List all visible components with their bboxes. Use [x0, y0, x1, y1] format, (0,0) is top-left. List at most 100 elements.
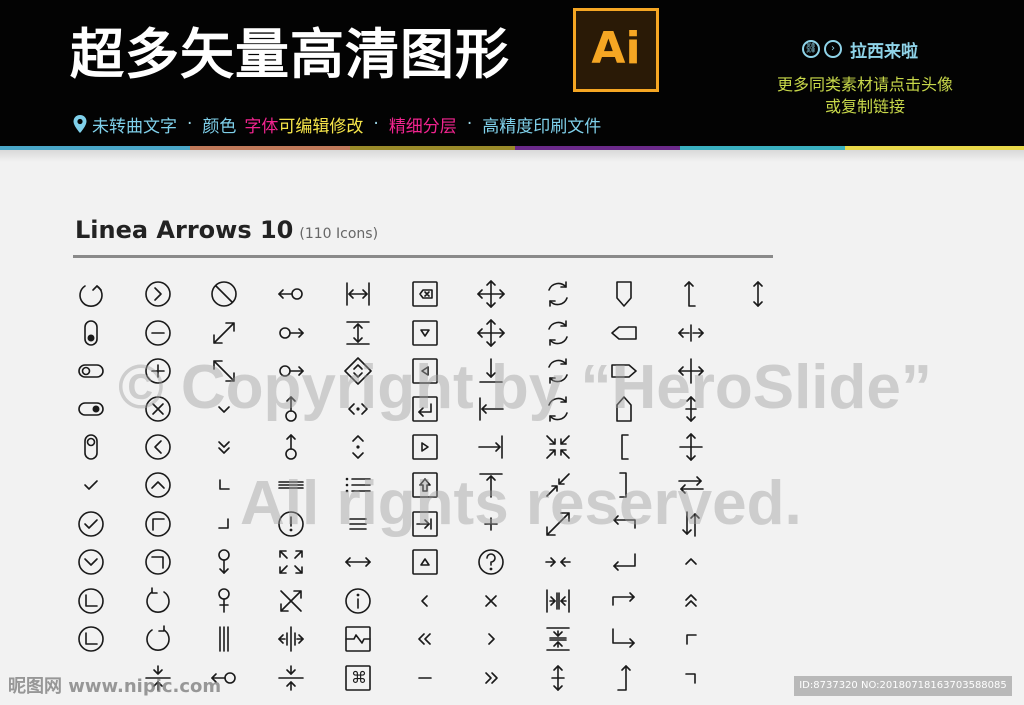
rotate-ccw-icon	[75, 278, 107, 310]
tag-right-icon	[608, 355, 640, 387]
arrow-down-line-icon	[475, 355, 507, 387]
line-circle-right-alt-icon	[275, 355, 307, 387]
corner-down-left-icon	[608, 469, 640, 501]
move-alt-icon	[475, 317, 507, 349]
up-down-arrow-icon	[742, 278, 774, 310]
chevron-right-icon	[475, 623, 507, 655]
corner-br-icon	[208, 508, 240, 540]
site-watermark: 昵图网 www.nipic.com	[8, 676, 222, 697]
inward-arrows-icon	[542, 546, 574, 578]
corner-alt-circle-icon	[75, 623, 107, 655]
arrow-turn-left-icon	[608, 508, 640, 540]
arrow-up-down-small-icon	[542, 662, 574, 694]
corner-tr-icon	[675, 662, 707, 694]
plus-arrows-icon	[675, 355, 707, 387]
split-horizontal-icon	[275, 623, 307, 655]
width-icon	[342, 278, 374, 310]
refresh-alt-icon	[542, 317, 574, 349]
height-icon	[342, 317, 374, 349]
line-circle-left-icon	[275, 278, 307, 310]
diagonal-expand-icon	[208, 317, 240, 349]
arrow-left-line-icon	[475, 393, 507, 425]
chevron-up-circle-icon	[142, 469, 174, 501]
diagonal-out-icon	[542, 508, 574, 540]
triangle-right-square-icon	[409, 431, 441, 463]
chevron-down-icon	[208, 393, 240, 425]
height-in-icon	[542, 623, 574, 655]
triangle-left-square-icon	[409, 355, 441, 387]
tag-up-icon	[608, 393, 640, 425]
triangle-down-square-icon	[409, 317, 441, 349]
chevron-up-icon	[675, 546, 707, 578]
chevron-left-icon	[409, 585, 441, 617]
arrow-up-curve-icon	[608, 662, 640, 694]
arrow-up-line-icon	[475, 469, 507, 501]
chevron-down-circle-icon	[75, 546, 107, 578]
collapse-square-icon	[342, 623, 374, 655]
arrow-up-square-icon	[409, 469, 441, 501]
width-in-icon	[542, 585, 574, 617]
cross-arrows-icon	[275, 585, 307, 617]
x-icon	[475, 585, 507, 617]
expand-corners-icon	[275, 546, 307, 578]
vertical-lines-icon	[208, 623, 240, 655]
arrow-down-right-icon	[608, 623, 640, 655]
arrow-right-line-icon	[475, 431, 507, 463]
double-chevron-right-icon	[475, 662, 507, 694]
pin-down-alt-icon	[208, 585, 240, 617]
backspace-square-icon	[409, 278, 441, 310]
info-circle-icon	[342, 585, 374, 617]
tag-down-icon	[608, 278, 640, 310]
plus-circle-icon	[142, 355, 174, 387]
double-arrow-horizontal-icon	[342, 546, 374, 578]
refresh-alt2-icon	[542, 355, 574, 387]
diagonal-in-icon	[542, 469, 574, 501]
list-icon	[342, 469, 374, 501]
swap-horizontal-icon	[675, 469, 707, 501]
tab-right-square-icon	[409, 508, 441, 540]
refresh-icon	[542, 278, 574, 310]
minus-circle-icon	[142, 317, 174, 349]
corner-circle-icon	[75, 585, 107, 617]
double-chevron-left-icon	[409, 623, 441, 655]
corner-ul-circle-icon	[142, 546, 174, 578]
double-lines-icon	[275, 469, 307, 501]
corner-ur-circle-icon	[142, 508, 174, 540]
double-chevron-up-icon	[675, 585, 707, 617]
inward-horizontal-icon	[342, 393, 374, 425]
minus-icon	[409, 662, 441, 694]
toggle-vertical-on-icon	[75, 431, 107, 463]
toggle-on-icon	[75, 393, 107, 425]
return-square-icon	[409, 393, 441, 425]
svg-text:⌘: ⌘	[351, 668, 367, 687]
swap-vertical-icon	[675, 508, 707, 540]
shrink-icon	[542, 431, 574, 463]
diamond-arrows-icon	[342, 355, 374, 387]
question-circle-icon	[475, 546, 507, 578]
circle-arrow-up-alt-icon	[275, 431, 307, 463]
check-small-icon	[75, 469, 107, 501]
refresh-alt3-icon	[542, 393, 574, 425]
icon-grid: ⌘	[0, 0, 1024, 705]
merge-vertical-icon	[275, 662, 307, 694]
check-circle-icon	[75, 508, 107, 540]
pin-down-icon	[208, 546, 240, 578]
diagonal-shrink-icon	[208, 355, 240, 387]
vertical-plus-icon	[675, 431, 707, 463]
chevron-left-circle-icon	[142, 431, 174, 463]
tag-left-icon	[608, 317, 640, 349]
corner-bl-icon	[208, 469, 240, 501]
corner-tl-icon	[675, 623, 707, 655]
x-circle-icon	[142, 393, 174, 425]
exclamation-circle-icon	[275, 508, 307, 540]
chevron-right-circle-icon	[142, 278, 174, 310]
toggle-off-icon	[75, 355, 107, 387]
move-icon	[475, 278, 507, 310]
arrow-up-bracket-icon	[675, 278, 707, 310]
arrow-turn-right-icon	[608, 585, 640, 617]
double-chevron-down-icon	[208, 431, 240, 463]
rotate-cw-icon	[142, 623, 174, 655]
horizontal-expand-icon	[675, 317, 707, 349]
command-square-icon: ⌘	[342, 662, 374, 694]
return-left-icon	[608, 546, 640, 578]
